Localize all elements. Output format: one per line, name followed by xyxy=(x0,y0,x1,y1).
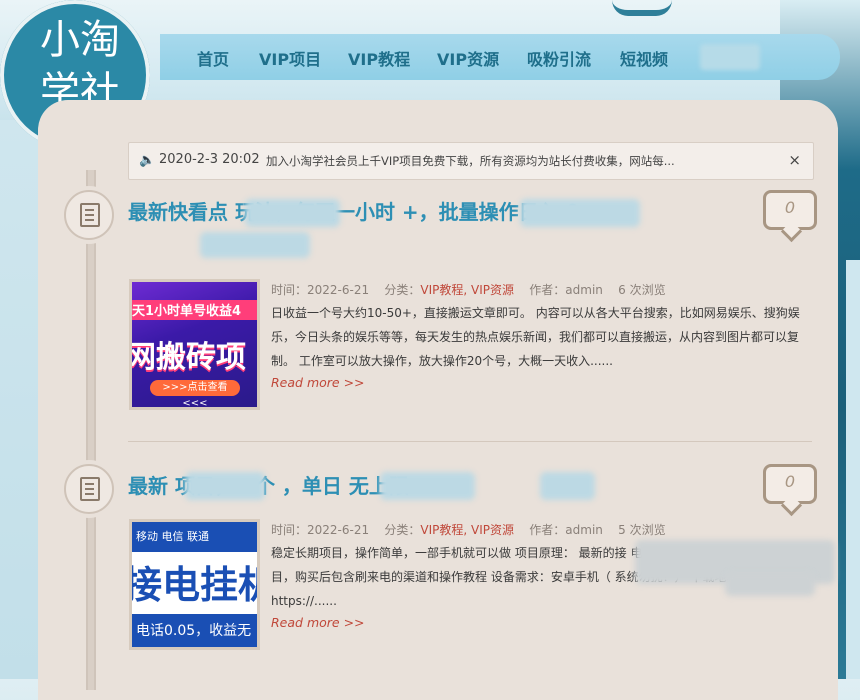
timeline-document-icon xyxy=(64,464,114,514)
post-excerpt: 日收益一个号大约10-50+，直接搬运文章即可。 内容可以从各大平台搜索，比如网… xyxy=(271,306,800,368)
nav-item-traffic[interactable]: 吸粉引流 xyxy=(527,46,591,70)
post-meta: 时间：2022-6-21 分类：VIP教程, VIP资源 作者：admin 5 … xyxy=(271,521,666,538)
post-title[interactable]: 最新快看点 玩法，每天一小时 +，批量操作日入 0+ xyxy=(128,196,758,228)
timeline-document-icon xyxy=(64,190,114,240)
title-redaction xyxy=(185,472,265,500)
thumbnail-banner-text: 移动 电信 联通 xyxy=(132,522,257,552)
post-thumbnail[interactable]: 移动 电信 联通 接电挂机 电话0.05，收益无 xyxy=(129,519,260,650)
title-redaction xyxy=(245,199,340,227)
nav-item-home[interactable]: 首页 xyxy=(197,46,229,70)
category-link[interactable]: VIP资源 xyxy=(471,523,514,537)
nav-item-vip-projects[interactable]: VIP项目 xyxy=(259,46,321,70)
thumbnail-bottom-text: 电话0.05，收益无 xyxy=(132,614,257,647)
announcement-bar: 🔈 2020-2-3 20:02 加入小淘学社会员上千VIP项目免费下载，所有资… xyxy=(128,142,814,180)
nav-item-short-video[interactable]: 短视频 xyxy=(620,46,668,70)
post-time: 时间：2022-6-21 xyxy=(271,523,370,537)
decorative-right-strip xyxy=(846,260,860,679)
category-label: 分类： xyxy=(384,523,421,537)
category-separator: , xyxy=(463,283,472,297)
title-redaction xyxy=(380,472,475,500)
decorative-bird-icon xyxy=(612,0,672,16)
title-redaction xyxy=(520,199,640,227)
post-time: 时间：2022-6-21 xyxy=(271,283,370,297)
nav-item-vip-tutorials[interactable]: VIP教程 xyxy=(348,46,410,70)
close-icon[interactable]: × xyxy=(788,151,801,169)
post-views: 5 次浏览 xyxy=(618,523,666,537)
post-meta: 时间：2022-6-21 分类：VIP教程, VIP资源 作者：admin 6 … xyxy=(271,281,666,298)
post-author: 作者：admin xyxy=(529,523,603,537)
post-divider xyxy=(128,441,812,442)
title-redaction xyxy=(200,232,310,258)
nav-item-vip-resources[interactable]: VIP资源 xyxy=(437,46,499,70)
speaker-icon: 🔈 xyxy=(139,153,156,168)
excerpt-redaction xyxy=(725,572,815,596)
category-separator: , xyxy=(463,523,472,537)
main-nav: 首页 VIP项目 VIP教程 VIP资源 吸粉引流 短视频 xyxy=(160,34,840,80)
category-link[interactable]: VIP资源 xyxy=(471,283,514,297)
post-views: 6 次浏览 xyxy=(618,283,666,297)
read-more-link[interactable]: Read more >> xyxy=(271,375,365,390)
logo-text-line1: 小淘 xyxy=(40,17,120,63)
nav-item-blurred[interactable] xyxy=(700,44,760,70)
category-link[interactable]: VIP教程 xyxy=(420,523,463,537)
post-author: 作者：admin xyxy=(529,283,603,297)
thumbnail-headline: 接电挂机 xyxy=(129,563,257,607)
thumbnail-banner-text: 天1小时单号收益4 xyxy=(132,300,257,320)
post-thumbnail[interactable]: 天1小时单号收益4 网搬砖项 >>>点击查看<<< xyxy=(129,279,260,410)
category-link[interactable]: VIP教程 xyxy=(420,283,463,297)
thumbnail-button: >>>点击查看<<< xyxy=(150,380,240,407)
read-more-link[interactable]: Read more >> xyxy=(271,615,365,630)
title-redaction xyxy=(540,472,595,500)
timeline-line xyxy=(86,170,96,690)
thumbnail-headline: 网搬砖项 xyxy=(129,340,246,375)
announcement-date: 2020-2-3 20:02 xyxy=(159,152,260,167)
comment-count-badge[interactable]: 0 xyxy=(763,190,817,230)
announcement-message[interactable]: 加入小淘学社会员上千VIP项目免费下载，所有资源均为站长付费收集，网站每... xyxy=(266,153,675,169)
category-label: 分类： xyxy=(384,283,421,297)
comment-count-badge[interactable]: 0 xyxy=(763,464,817,504)
